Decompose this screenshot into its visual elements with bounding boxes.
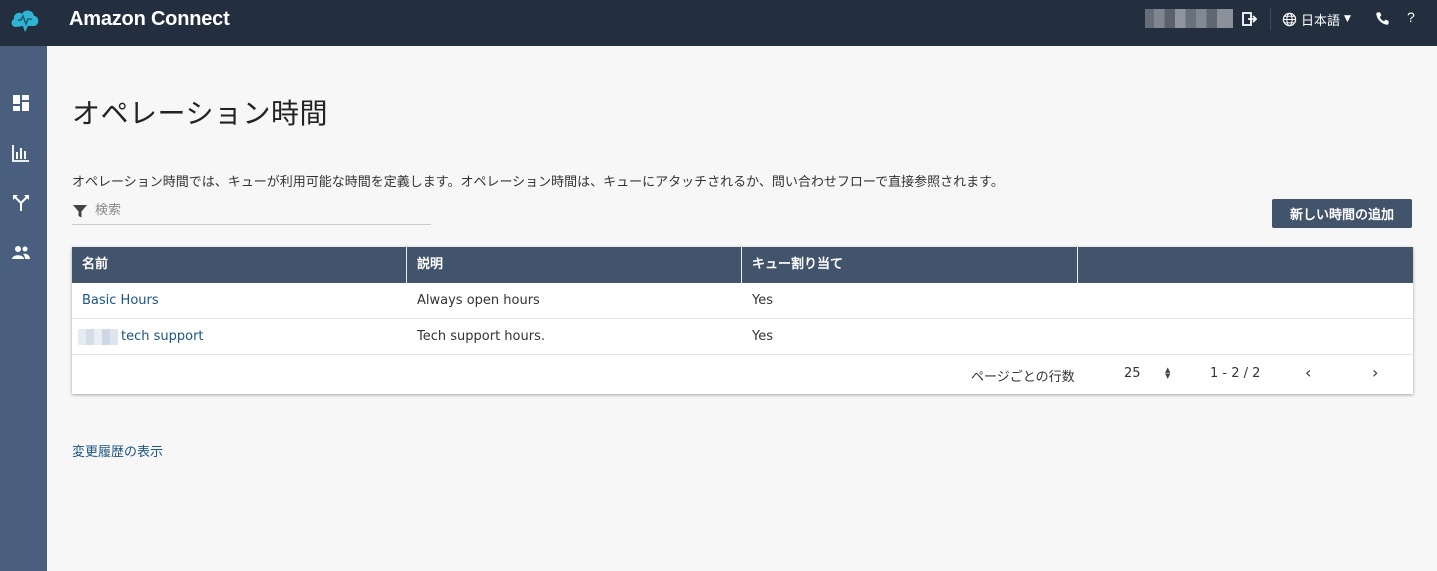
users-icon — [12, 246, 30, 259]
next-page-button[interactable]: › — [1372, 363, 1378, 382]
view-history-link[interactable]: 変更履歴の表示 — [72, 441, 163, 460]
column-header-queue[interactable]: キュー割り当て — [742, 247, 1078, 283]
hours-description: Tech support hours. — [417, 329, 545, 344]
sidebar — [0, 46, 47, 571]
logout-icon[interactable] — [1241, 10, 1259, 28]
prev-page-button[interactable]: ‹ — [1305, 363, 1311, 382]
row-empty-cell — [1078, 319, 1413, 355]
table-row[interactable]: Basic Hours Always open hours Yes — [72, 283, 1413, 319]
hours-table: 名前 説明 キュー割り当て Basic Hours Always open ho… — [72, 247, 1413, 394]
language-label: 日本語 — [1301, 13, 1341, 29]
pagination: ページごとの行数 25 ▲ ▼ 1 - 2 / 2 ‹ › — [72, 355, 1413, 393]
hours-description: Always open hours — [417, 293, 540, 308]
bar-chart-icon — [12, 145, 29, 162]
page-description: オペレーション時間では、キューが利用可能な時間を定義します。オペレーション時間は… — [72, 175, 1004, 190]
filter-icon — [73, 204, 87, 217]
app-title: Amazon Connect — [69, 8, 230, 30]
row-empty-cell — [1078, 283, 1413, 319]
sidebar-item-metrics[interactable] — [11, 143, 33, 163]
rows-per-page-label: ページごとの行数 — [971, 370, 1075, 385]
page-range: 1 - 2 / 2 — [1210, 366, 1261, 381]
sidebar-item-dashboard[interactable] — [11, 93, 33, 113]
column-header-empty — [1078, 247, 1413, 283]
column-header-description[interactable]: 説明 — [407, 247, 742, 283]
phone-icon[interactable] — [1375, 11, 1390, 26]
hours-name-link[interactable]: Basic Hours — [82, 293, 159, 308]
chevron-down-icon: ▼ — [1344, 14, 1351, 24]
name-redacted — [78, 328, 118, 345]
hours-name-link[interactable]: tech support — [121, 329, 204, 344]
dashboard-icon — [13, 95, 29, 111]
search-bar — [72, 197, 431, 225]
top-bar: Amazon Connect 日本語 ▼ ? — [0, 0, 1437, 46]
sidebar-item-users[interactable] — [11, 243, 33, 263]
routing-icon — [13, 195, 29, 211]
globe-icon — [1282, 12, 1297, 26]
page-size-select[interactable]: 25 — [1124, 366, 1141, 381]
sort-arrows-icon[interactable]: ▲ ▼ — [1165, 367, 1170, 380]
table-header: 名前 説明 キュー割り当て — [72, 247, 1413, 283]
add-hours-button[interactable]: 新しい時間の追加 — [1272, 199, 1412, 228]
table-row[interactable]: tech support Tech support hours. Yes — [72, 319, 1413, 355]
cloud-logo-icon[interactable] — [8, 5, 42, 35]
user-name-redacted — [1145, 9, 1233, 28]
hours-queue-assigned: Yes — [752, 329, 773, 344]
header-divider — [1270, 8, 1271, 30]
language-selector[interactable]: 日本語 ▼ — [1282, 9, 1351, 29]
search-input[interactable] — [95, 203, 415, 218]
column-header-name[interactable]: 名前 — [72, 247, 407, 283]
help-icon[interactable]: ? — [1407, 9, 1415, 25]
sidebar-item-routing[interactable] — [11, 193, 33, 213]
hours-queue-assigned: Yes — [752, 293, 773, 308]
page-title: オペレーション時間 — [72, 97, 328, 130]
